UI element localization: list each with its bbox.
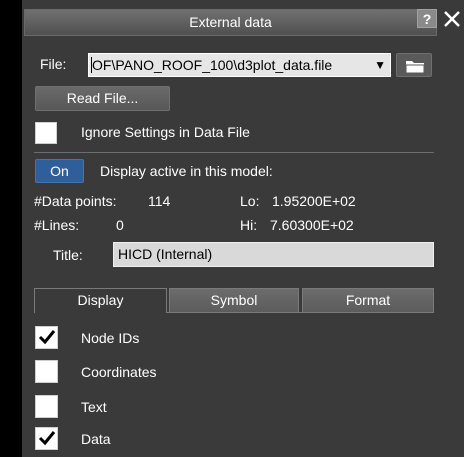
- data-checkbox[interactable]: [35, 427, 58, 450]
- file-label: File:: [40, 56, 67, 72]
- node-ids-label: Node IDs: [81, 330, 140, 346]
- node-ids-checkbox[interactable]: [35, 326, 58, 349]
- coordinates-label: Coordinates: [81, 364, 157, 380]
- tab-format[interactable]: Format: [302, 288, 434, 313]
- help-button[interactable]: ?: [417, 9, 437, 28]
- window-title: External data: [189, 14, 272, 30]
- close-icon[interactable]: [441, 6, 463, 30]
- check-icon: [38, 330, 56, 345]
- title-label: Title:: [53, 247, 83, 263]
- file-value: F\PANO_ROOF_100\d3plot_data.file: [102, 57, 333, 73]
- title-input[interactable]: HICD (Internal): [113, 242, 434, 267]
- display-active-label: Display active in this model:: [100, 163, 273, 179]
- lines-value: 0: [116, 217, 124, 233]
- hi-label: Hi:: [240, 217, 258, 233]
- window-titlebar: External data: [24, 9, 437, 36]
- text-checkbox[interactable]: [35, 395, 58, 418]
- tab-underline: [167, 312, 434, 313]
- lo-label: Lo:: [240, 193, 260, 209]
- ignore-settings-label: Ignore Settings in Data File: [81, 124, 250, 140]
- file-select[interactable]: OF\PANO_ROOF_100\d3plot_data.file ▼: [88, 53, 391, 77]
- browse-folder-button[interactable]: [396, 53, 432, 77]
- check-icon: [38, 431, 56, 446]
- hi-value: 7.60300E+02: [270, 217, 354, 233]
- read-file-button[interactable]: Read File...: [35, 86, 170, 111]
- ignore-settings-checkbox[interactable]: [35, 122, 57, 144]
- coordinates-checkbox[interactable]: [35, 360, 58, 383]
- data-label: Data: [81, 431, 111, 447]
- tab-symbol[interactable]: Symbol: [169, 288, 299, 313]
- text-label: Text: [81, 399, 107, 415]
- data-points-label: #Data points:: [34, 193, 117, 209]
- file-value-prefix: O: [91, 57, 103, 73]
- lo-value: 1.95200E+02: [272, 193, 356, 209]
- chevron-down-icon[interactable]: ▼: [374, 54, 386, 76]
- folder-icon: [405, 61, 425, 74]
- lines-label: #Lines:: [34, 217, 80, 233]
- data-points-value: 114: [148, 193, 171, 209]
- tab-display[interactable]: Display: [34, 288, 167, 313]
- display-active-toggle[interactable]: On: [35, 159, 84, 183]
- divider: [34, 152, 434, 153]
